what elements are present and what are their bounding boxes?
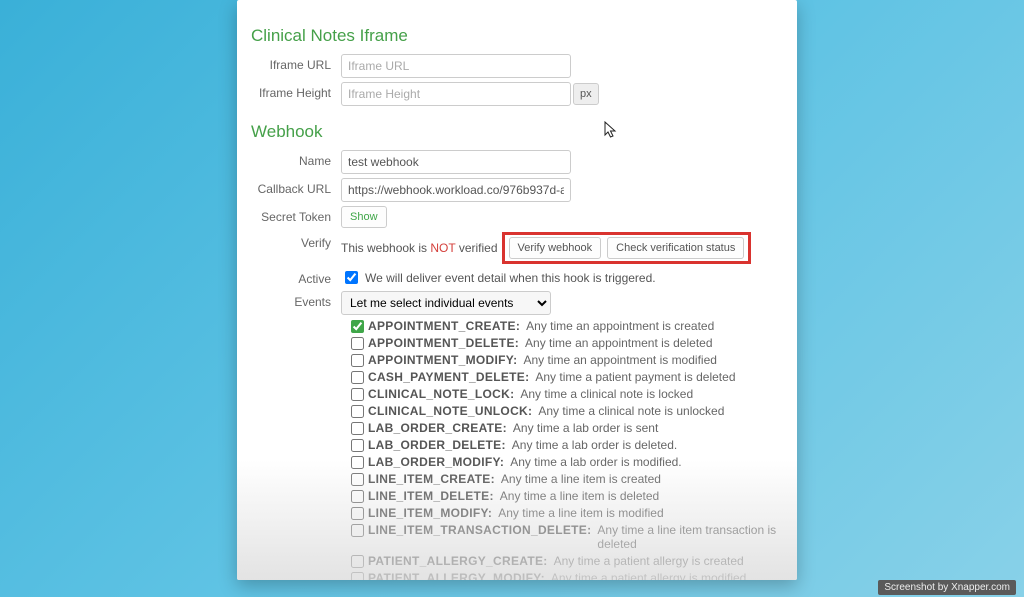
event-row: LAB_ORDER_MODIFY: Any time a lab order is… (351, 455, 777, 469)
event-description: Any time a line item is deleted (500, 489, 659, 503)
event-checkbox[interactable] (351, 555, 364, 568)
event-code: APPOINTMENT_MODIFY: (368, 353, 517, 367)
event-row: CLINICAL_NOTE_LOCK: Any time a clinical n… (351, 387, 777, 401)
event-code: LAB_ORDER_DELETE: (368, 438, 506, 452)
event-checkbox[interactable] (351, 572, 364, 580)
unit-px: px (573, 83, 599, 105)
label-events: Events (251, 291, 341, 309)
label-iframe-url: Iframe URL (251, 54, 341, 72)
event-checkbox[interactable] (351, 507, 364, 520)
check-status-button[interactable]: Check verification status (607, 237, 744, 259)
event-row: LAB_ORDER_CREATE: Any time a lab order is… (351, 421, 777, 435)
event-row: LINE_ITEM_DELETE: Any time a line item is… (351, 489, 777, 503)
event-code: CASH_PAYMENT_DELETE: (368, 370, 529, 384)
event-code: CLINICAL_NOTE_LOCK: (368, 387, 514, 401)
event-checkbox[interactable] (351, 524, 364, 537)
event-checkbox[interactable] (351, 439, 364, 452)
event-checkbox[interactable] (351, 422, 364, 435)
row-callback-url: Callback URL (251, 178, 777, 202)
event-description: Any time an appointment is modified (523, 353, 716, 367)
event-description: Any time a clinical note is unlocked (538, 404, 724, 418)
row-events: Events Let me select individual events (251, 291, 777, 315)
event-description: Any time a lab order is deleted. (512, 438, 677, 452)
row-iframe-height: Iframe Height px (251, 82, 777, 106)
event-code: PATIENT_ALLERGY_CREATE: (368, 554, 548, 568)
section-heading-iframe: Clinical Notes Iframe (251, 26, 777, 46)
event-checkbox[interactable] (351, 490, 364, 503)
label-iframe-height: Iframe Height (251, 82, 341, 100)
settings-panel: Clinical Notes Iframe Iframe URL Iframe … (237, 0, 797, 580)
events-select[interactable]: Let me select individual events (341, 291, 551, 315)
event-row: LINE_ITEM_TRANSACTION_DELETE: Any time a … (351, 523, 777, 551)
event-code: LINE_ITEM_DELETE: (368, 489, 494, 503)
event-description: Any time a patient allergy is created (554, 554, 744, 568)
event-row: APPOINTMENT_CREATE: Any time an appointme… (351, 319, 777, 333)
row-webhook-name: Name (251, 150, 777, 174)
event-row: LINE_ITEM_CREATE: Any time a line item is… (351, 472, 777, 486)
event-row: APPOINTMENT_DELETE: Any time an appointme… (351, 336, 777, 350)
event-description: Any time a patient allergy is modified (551, 571, 746, 580)
screenshot-caption: Screenshot by Xnapper.com (878, 580, 1016, 595)
iframe-url-input[interactable] (341, 54, 571, 78)
event-code: LINE_ITEM_MODIFY: (368, 506, 492, 520)
event-description: Any time an appointment is created (526, 319, 714, 333)
verify-status-text: This webhook is NOT verified (341, 241, 498, 255)
iframe-height-input[interactable] (341, 82, 571, 106)
label-verify: Verify (251, 232, 341, 250)
event-code: PATIENT_ALLERGY_MODIFY: (368, 571, 545, 580)
callback-url-input[interactable] (341, 178, 571, 202)
event-checkbox[interactable] (351, 388, 364, 401)
event-code: LINE_ITEM_CREATE: (368, 472, 495, 486)
event-description: Any time an appointment is deleted (525, 336, 712, 350)
events-list: APPOINTMENT_CREATE: Any time an appointme… (251, 319, 777, 580)
event-description: Any time a lab order is modified. (510, 455, 681, 469)
event-code: LINE_ITEM_TRANSACTION_DELETE: (368, 523, 591, 537)
show-token-button[interactable]: Show (341, 206, 387, 228)
label-webhook-name: Name (251, 150, 341, 168)
row-active: Active We will deliver event detail when… (251, 268, 777, 287)
event-checkbox[interactable] (351, 320, 364, 333)
active-description: We will deliver event detail when this h… (365, 271, 656, 285)
event-description: Any time a clinical note is locked (520, 387, 693, 401)
event-checkbox[interactable] (351, 337, 364, 350)
event-checkbox[interactable] (351, 354, 364, 367)
event-description: Any time a lab order is sent (513, 421, 658, 435)
row-secret-token: Secret Token Show (251, 206, 777, 228)
event-row: CLINICAL_NOTE_UNLOCK: Any time a clinical… (351, 404, 777, 418)
event-checkbox[interactable] (351, 456, 364, 469)
label-callback-url: Callback URL (251, 178, 341, 196)
row-verify: Verify This webhook is NOT verified Veri… (251, 232, 777, 264)
event-code: CLINICAL_NOTE_UNLOCK: (368, 404, 532, 418)
row-iframe-url: Iframe URL (251, 54, 777, 78)
event-checkbox[interactable] (351, 405, 364, 418)
verify-webhook-button[interactable]: Verify webhook (509, 237, 602, 259)
event-code: LAB_ORDER_CREATE: (368, 421, 507, 435)
active-checkbox[interactable] (345, 271, 358, 284)
event-code: APPOINTMENT_DELETE: (368, 336, 519, 350)
event-row: PATIENT_ALLERGY_CREATE: Any time a patien… (351, 554, 777, 568)
event-row: CASH_PAYMENT_DELETE: Any time a patient p… (351, 370, 777, 384)
event-row: PATIENT_ALLERGY_MODIFY: Any time a patien… (351, 571, 777, 580)
section-heading-webhook: Webhook (251, 122, 777, 142)
event-code: APPOINTMENT_CREATE: (368, 319, 520, 333)
event-code: LAB_ORDER_MODIFY: (368, 455, 504, 469)
event-row: LINE_ITEM_MODIFY: Any time a line item is… (351, 506, 777, 520)
event-row: APPOINTMENT_MODIFY: Any time an appointme… (351, 353, 777, 367)
label-active: Active (251, 268, 341, 286)
event-description: Any time a line item is created (501, 472, 661, 486)
webhook-name-input[interactable] (341, 150, 571, 174)
event-description: Any time a line item transaction is dele… (597, 523, 777, 551)
event-description: Any time a patient payment is deleted (535, 370, 735, 384)
event-row: LAB_ORDER_DELETE: Any time a lab order is… (351, 438, 777, 452)
event-checkbox[interactable] (351, 473, 364, 486)
event-checkbox[interactable] (351, 371, 364, 384)
label-secret-token: Secret Token (251, 206, 341, 224)
event-description: Any time a line item is modified (498, 506, 663, 520)
verify-highlight: Verify webhook Check verification status (502, 232, 752, 264)
